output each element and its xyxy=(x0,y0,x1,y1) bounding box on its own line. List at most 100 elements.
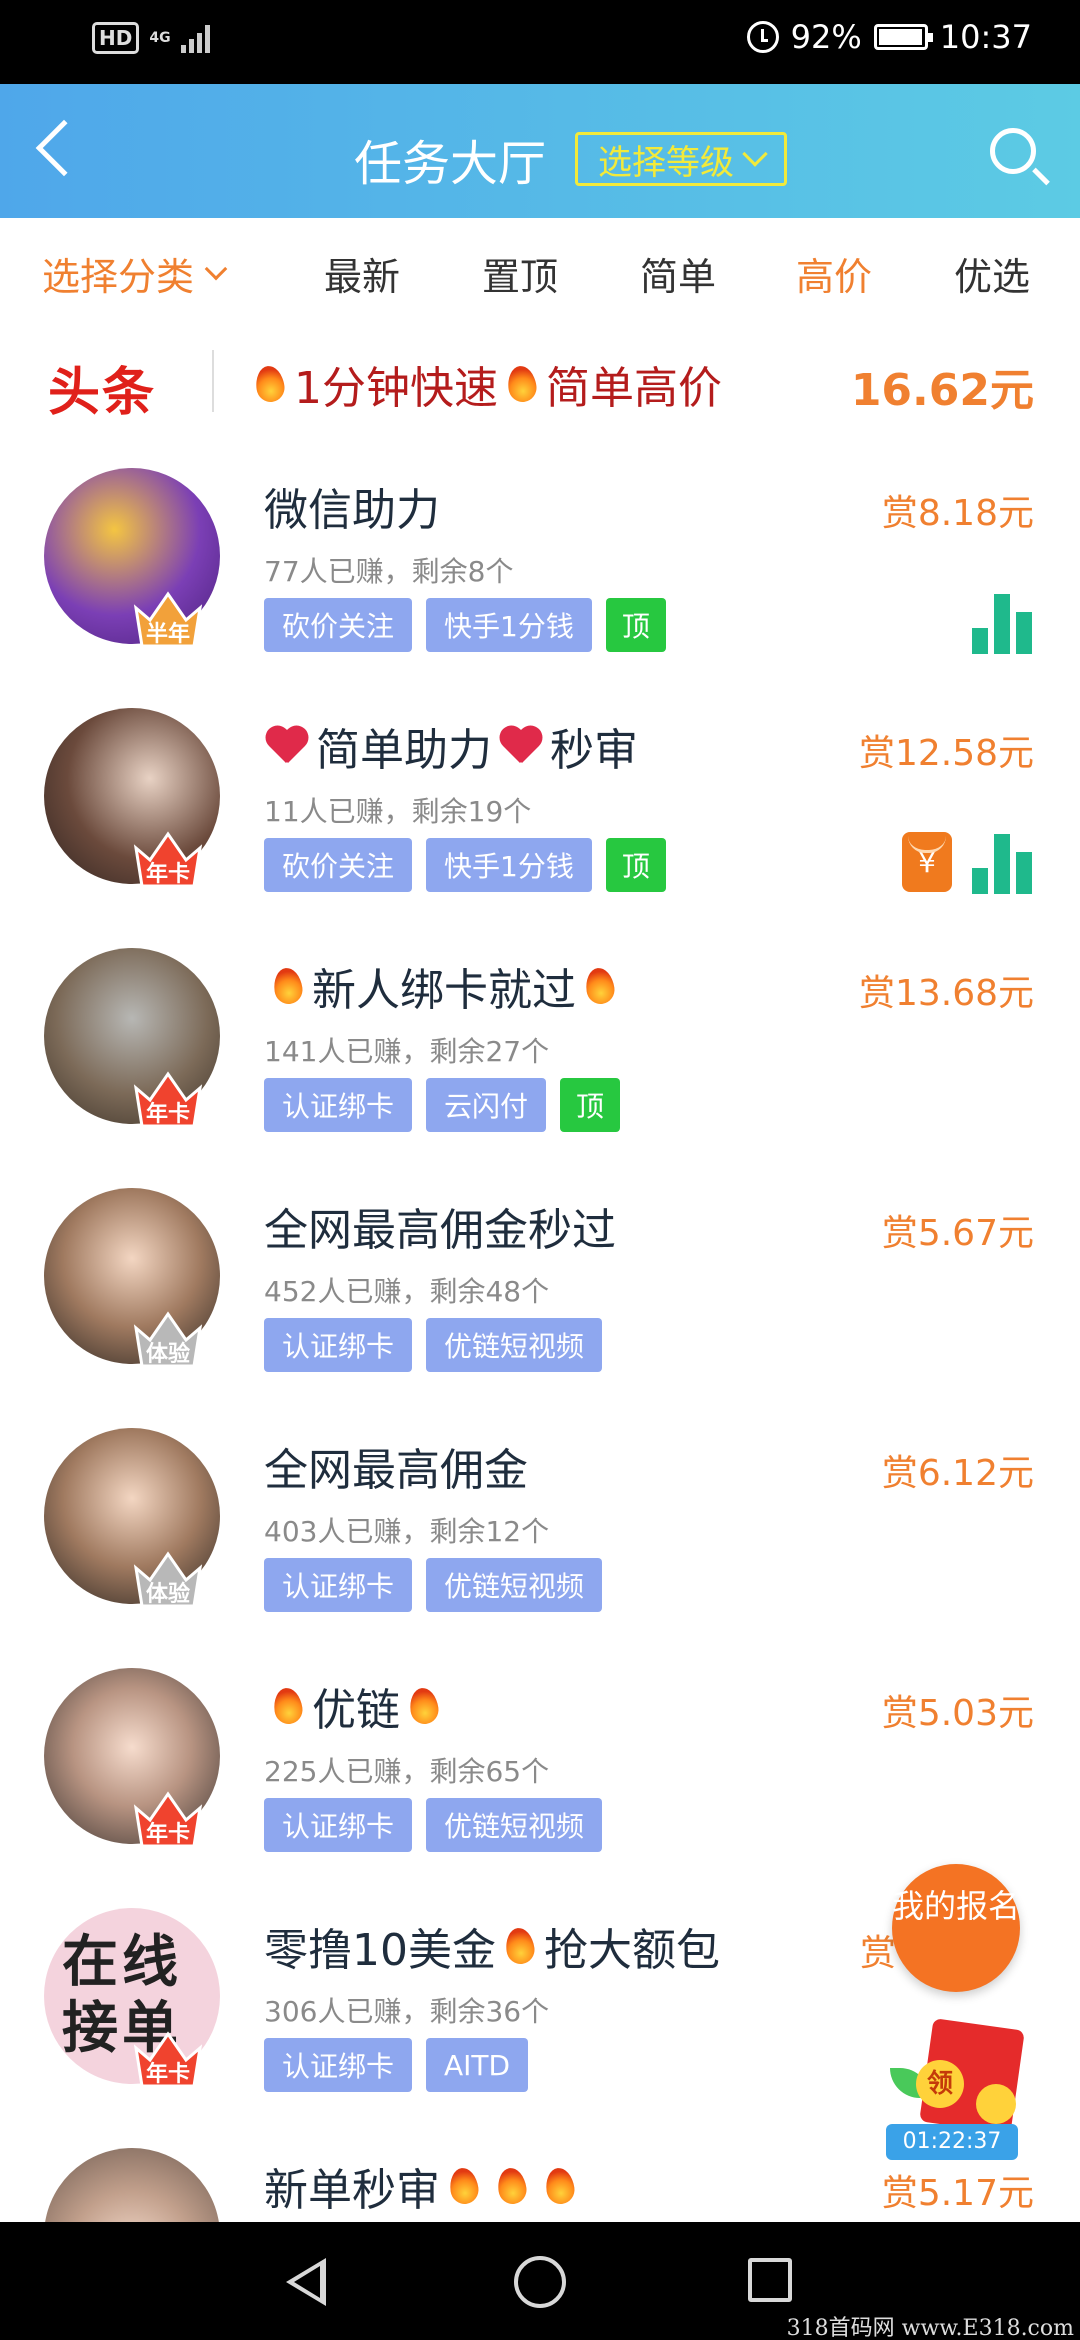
tag: 认证绑卡 xyxy=(264,2038,413,2092)
my-signup-button[interactable]: 我的报名 xyxy=(892,1864,1020,1992)
reward: 赏12.58元 xyxy=(858,733,1034,774)
reward: 赏5.03元 xyxy=(881,1693,1034,1734)
clock: 10:37 xyxy=(939,18,1032,56)
tag-list: 砍价关注 快手1分钱 顶 xyxy=(264,598,666,652)
tag-list: 砍价关注 快手1分钱 顶 xyxy=(264,838,666,892)
badge-label: 半年 xyxy=(145,622,190,647)
vip-badge: 年卡 xyxy=(130,1066,206,1130)
task-meta: 141人已赚，剩余27个 xyxy=(264,1035,550,1068)
fire-icon xyxy=(446,2164,482,2208)
tag-list: 认证绑卡 AITD xyxy=(264,2038,529,2092)
task-title-text: 新单秒审 xyxy=(264,2165,440,2216)
task-item[interactable]: 年卡 新人绑卡就过 141人已赚，剩余27个 认证绑卡 云闪付 顶 赏13.68… xyxy=(0,948,1080,1188)
tag: 优链短视频 xyxy=(426,1318,603,1372)
bar-chart-icon xyxy=(972,834,1034,894)
tag: 快手1分钱 xyxy=(426,598,592,652)
task-title-text: 新人绑卡就过 xyxy=(312,965,576,1016)
chevron-down-icon xyxy=(742,141,768,167)
vip-badge: 体验 xyxy=(130,1306,206,1370)
red-envelope-icon: ¥ xyxy=(902,832,952,892)
tag: 认证绑卡 xyxy=(264,1558,413,1612)
nav-home-icon[interactable] xyxy=(514,2256,566,2308)
task-item[interactable]: 体验 全网最高佣金秒过 452人已赚，剩余48个 认证绑卡 优链短视频 赏5.6… xyxy=(0,1188,1080,1428)
task-item[interactable]: 半年 微信助力 77人已赚，剩余8个 砍价关注 快手1分钱 顶 赏8.18元 xyxy=(0,468,1080,708)
signal-icon xyxy=(180,23,210,53)
task-title-part1: 零撸10美金 xyxy=(264,1925,496,1976)
badge-label: 年卡 xyxy=(145,1102,190,1127)
headline-banner[interactable]: 头条 1分钟快速 简单高价 16.62元 xyxy=(0,322,1080,442)
tab-high-price[interactable]: 高价 xyxy=(796,246,872,301)
task-item[interactable]: 年卡 优链 225人已赚，剩余65个 认证绑卡 优链短视频 赏5.03元 xyxy=(0,1668,1080,1908)
alarm-icon xyxy=(746,21,779,53)
fire-icon xyxy=(494,2164,530,2208)
reward: 赏5.17元 xyxy=(881,2173,1034,2214)
badge-label: 年卡 xyxy=(145,1822,190,1847)
banner-text-part1: 1分钟快速 xyxy=(294,363,498,414)
tag: 云闪付 xyxy=(426,1078,547,1132)
battery-icon xyxy=(873,24,933,50)
badge-label: 年卡 xyxy=(145,2062,190,2087)
tab-featured[interactable]: 优选 xyxy=(954,246,1030,301)
task-title: 零撸10美金 抢大额包 xyxy=(264,1914,720,1978)
tag: 认证绑卡 xyxy=(264,1318,413,1372)
heart-icon xyxy=(498,725,544,767)
coin-icon xyxy=(976,2084,1016,2124)
chevron-down-icon xyxy=(204,257,228,280)
fire-icon xyxy=(504,362,540,406)
tag: 砍价关注 xyxy=(264,838,413,892)
divider xyxy=(212,350,214,412)
task-title: 全网最高佣金 xyxy=(264,1445,528,1496)
category-select-label: 选择分类 xyxy=(42,255,195,299)
banner-text: 1分钟快速 简单高价 xyxy=(246,352,722,416)
task-title: 优链 xyxy=(264,1674,448,1738)
tag: 认证绑卡 xyxy=(264,1078,413,1132)
task-item[interactable]: 年卡 简单助力 秒审 11人已赚，剩余19个 砍价关注 快手1分钱 顶 赏12.… xyxy=(0,708,1080,948)
hd-badge: HD xyxy=(92,22,140,54)
status-right: 92% 10:37 xyxy=(746,18,1032,56)
status-bar: HD 4G 92% 10:37 xyxy=(0,0,1080,84)
filter-bar: 选择分类 最新 置顶 简单 高价 优选 xyxy=(0,218,1080,322)
claim-label: 领 xyxy=(916,2060,964,2108)
task-title: 微信助力 xyxy=(264,485,440,536)
vip-badge: 年卡 xyxy=(130,1786,206,1850)
reward: 赏13.68元 xyxy=(858,973,1034,1014)
avatar xyxy=(44,2148,220,2222)
tag-list: 认证绑卡 优链短视频 xyxy=(264,1558,603,1612)
tag: 砍价关注 xyxy=(264,598,413,652)
vip-badge: 半年 xyxy=(130,586,206,650)
task-meta: 77人已赚，剩余8个 xyxy=(264,555,514,588)
tag: 快手1分钱 xyxy=(426,838,592,892)
category-select[interactable]: 选择分类 xyxy=(42,246,228,301)
battery-percent: 92% xyxy=(790,18,862,56)
tab-pinned[interactable]: 置顶 xyxy=(482,246,558,301)
tab-newest[interactable]: 最新 xyxy=(324,246,400,301)
task-title-part2: 抢大额包 xyxy=(544,1925,720,1976)
status-left: HD 4G xyxy=(92,22,210,54)
search-icon[interactable] xyxy=(990,128,1036,174)
back-icon[interactable] xyxy=(35,119,93,177)
fire-icon xyxy=(270,1684,306,1728)
countdown-timer: 01:22:37 xyxy=(886,2124,1018,2160)
fire-icon xyxy=(270,964,306,1008)
app-header: 任务大厅 选择等级 xyxy=(0,84,1080,218)
badge-label: 体验 xyxy=(145,1582,190,1607)
level-select[interactable]: 选择等级 xyxy=(575,132,787,186)
fire-icon xyxy=(502,1924,538,1968)
nav-recents-icon[interactable] xyxy=(748,2258,792,2302)
tag-list: 认证绑卡 优链短视频 xyxy=(264,1798,603,1852)
task-meta: 452人已赚，剩余48个 xyxy=(264,1275,550,1308)
tag: 认证绑卡 xyxy=(264,1798,413,1852)
reward: 赏6.12元 xyxy=(881,1453,1034,1494)
tag: AITD xyxy=(426,2038,529,2092)
task-item[interactable]: 体验 全网最高佣金 403人已赚，剩余12个 认证绑卡 优链短视频 赏6.12元 xyxy=(0,1428,1080,1668)
task-meta: 306人已赚，剩余36个 xyxy=(264,1995,550,2028)
fire-icon xyxy=(542,2164,578,2208)
task-title-part1: 简单助力 xyxy=(316,725,492,776)
task-title-part2: 秒审 xyxy=(550,725,638,776)
tag: 优链短视频 xyxy=(426,1558,603,1612)
task-title: 简单助力 秒审 xyxy=(264,714,638,778)
nav-back-icon[interactable] xyxy=(286,2258,326,2306)
banner-price: 16.62元 xyxy=(850,365,1034,416)
red-packet-button[interactable]: 领 01:22:37 xyxy=(880,2018,1036,2164)
tab-simple[interactable]: 简单 xyxy=(640,246,716,301)
